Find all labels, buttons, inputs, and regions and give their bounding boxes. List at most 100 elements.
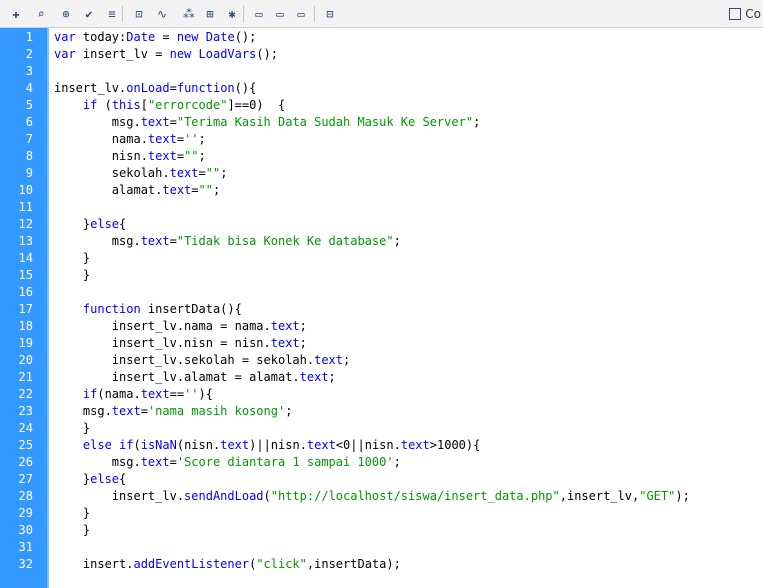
apply-block-comment-icon[interactable]: ▭ bbox=[250, 5, 268, 23]
code-token: sekolah. bbox=[54, 166, 170, 180]
code-line: 11 bbox=[0, 199, 763, 216]
string-token: 'nama masih kosong' bbox=[147, 404, 286, 418]
code-text: insert_lv.sekolah = sekolah.text; bbox=[54, 352, 350, 369]
keyword-token: text bbox=[299, 370, 329, 384]
string-token: "Tidak bisa Konek Ke database" bbox=[176, 234, 394, 248]
string-token: "click" bbox=[256, 557, 307, 571]
keyword-token: new bbox=[169, 47, 192, 61]
line-number: 9 bbox=[25, 166, 33, 180]
line-number: 21 bbox=[18, 370, 33, 384]
code-token: ; bbox=[285, 404, 293, 418]
collapse-between-braces-icon[interactable]: ⁂ bbox=[180, 5, 198, 23]
code-token: (); bbox=[256, 47, 279, 61]
code-text: msg.text="Tidak bisa Konek Ke database"; bbox=[54, 233, 401, 250]
auto-format-icon[interactable]: ≡ bbox=[103, 5, 121, 23]
string-token: 'Score diantara 1 sampai 1000' bbox=[176, 455, 394, 469]
code-line: 2 var insert_lv = new LoadVars(); bbox=[0, 46, 763, 63]
collapse-selection-icon[interactable]: ⊞ bbox=[201, 5, 219, 23]
code-line: 9 sekolah.text=""; bbox=[0, 165, 763, 182]
code-token: ){ bbox=[198, 387, 213, 401]
code-line: 13 msg.text="Tidak bisa Konek Ke databas… bbox=[0, 233, 763, 250]
code-token: = bbox=[169, 455, 177, 469]
code-token: msg. bbox=[54, 404, 112, 418]
string-token: '' bbox=[184, 132, 199, 146]
code-text: } bbox=[54, 250, 90, 267]
code-line: 24 } bbox=[0, 420, 763, 437]
code-hint-icon[interactable]: ⊡ bbox=[130, 5, 148, 23]
code-token: { bbox=[119, 472, 127, 486]
keyword-token: if bbox=[119, 438, 134, 452]
line-number: 25 bbox=[18, 438, 33, 452]
check-syntax-icon[interactable]: ✔ bbox=[80, 5, 98, 23]
code-token: } bbox=[54, 268, 91, 282]
keyword-token: LoadVars bbox=[198, 47, 257, 61]
line-number: 8 bbox=[25, 149, 33, 163]
code-token: = bbox=[169, 234, 177, 248]
code-token: == bbox=[169, 387, 185, 401]
keyword-token: text bbox=[306, 438, 336, 452]
code-token: insert_lv.nisn = nisn. bbox=[54, 336, 271, 350]
expand-all-icon[interactable]: ✱ bbox=[223, 5, 241, 23]
code-text: function insertData(){ bbox=[54, 301, 242, 318]
code-token: )||nisn. bbox=[249, 438, 307, 452]
line-number: 29 bbox=[18, 506, 33, 520]
code-line: 20 insert_lv.sekolah = sekolah.text; bbox=[0, 352, 763, 369]
keyword-token: text bbox=[270, 319, 300, 333]
line-number: 15 bbox=[18, 268, 33, 282]
line-number: 2 bbox=[25, 47, 33, 61]
code-line: 16 bbox=[0, 284, 763, 301]
remove-comment-icon[interactable]: ▭ bbox=[292, 5, 310, 23]
line-number: 26 bbox=[18, 455, 33, 469]
code-editor[interactable]: 1 var today:Date = new Date(); 2 var insert… bbox=[0, 28, 763, 588]
code-token: ; bbox=[198, 149, 206, 163]
toolbar-separator bbox=[122, 6, 123, 22]
add-statement-icon[interactable]: ✚ bbox=[7, 5, 25, 23]
code-text: insert.addEventListener("click",insertDa… bbox=[54, 556, 401, 573]
target-icon[interactable]: ⊕ bbox=[57, 5, 75, 23]
code-token: ( bbox=[263, 489, 271, 503]
code-token: ; bbox=[393, 455, 401, 469]
keyword-token: text bbox=[140, 387, 170, 401]
keyword-token: addEventListener bbox=[133, 557, 250, 571]
code-token: ; bbox=[220, 166, 228, 180]
keyword-token: var bbox=[54, 30, 76, 44]
string-token: "" bbox=[184, 149, 199, 163]
keyword-token: text bbox=[140, 455, 170, 469]
show-hide-toolbox-icon[interactable]: ⊟ bbox=[321, 5, 339, 23]
find-icon[interactable]: ⌕ bbox=[32, 5, 50, 23]
code-snippets-button[interactable]: Co bbox=[729, 5, 763, 23]
code-text: alamat.text=""; bbox=[54, 182, 220, 199]
code-line: 26 msg.text='Score diantara 1 sampai 100… bbox=[0, 454, 763, 471]
line-number: 28 bbox=[18, 489, 33, 503]
line-number: 18 bbox=[18, 319, 33, 333]
code-token: } bbox=[54, 217, 91, 231]
code-token: insert_lv. bbox=[54, 489, 185, 503]
code-token: (); bbox=[234, 30, 257, 44]
line-number: 1 bbox=[25, 30, 33, 44]
code-line: 30 } bbox=[0, 522, 763, 539]
keyword-token: if bbox=[82, 387, 98, 401]
code-token: today: bbox=[75, 30, 127, 44]
code-text: sekolah.text=""; bbox=[54, 165, 228, 182]
keyword-token: Date bbox=[205, 30, 235, 44]
debug-options-icon[interactable]: ∿ bbox=[153, 5, 171, 23]
keyword-token: text bbox=[147, 132, 177, 146]
code-token: ; bbox=[343, 353, 351, 367]
code-line: 10 alamat.text=""; bbox=[0, 182, 763, 199]
string-token: '' bbox=[184, 387, 199, 401]
apply-line-comment-icon[interactable]: ▭ bbox=[271, 5, 289, 23]
code-token: ]==0) { bbox=[227, 98, 286, 112]
line-number: 32 bbox=[18, 557, 33, 571]
code-token: ; bbox=[393, 234, 401, 248]
string-token: "http://localhost/siswa/insert_data.php" bbox=[270, 489, 560, 503]
code-token: alamat. bbox=[54, 183, 163, 197]
code-token: } bbox=[54, 251, 91, 265]
code-token: msg. bbox=[54, 234, 141, 248]
code-line: 8 nisn.text=""; bbox=[0, 148, 763, 165]
keyword-token: text bbox=[400, 438, 430, 452]
code-token: { bbox=[119, 217, 127, 231]
keyword-token: if bbox=[82, 98, 98, 112]
